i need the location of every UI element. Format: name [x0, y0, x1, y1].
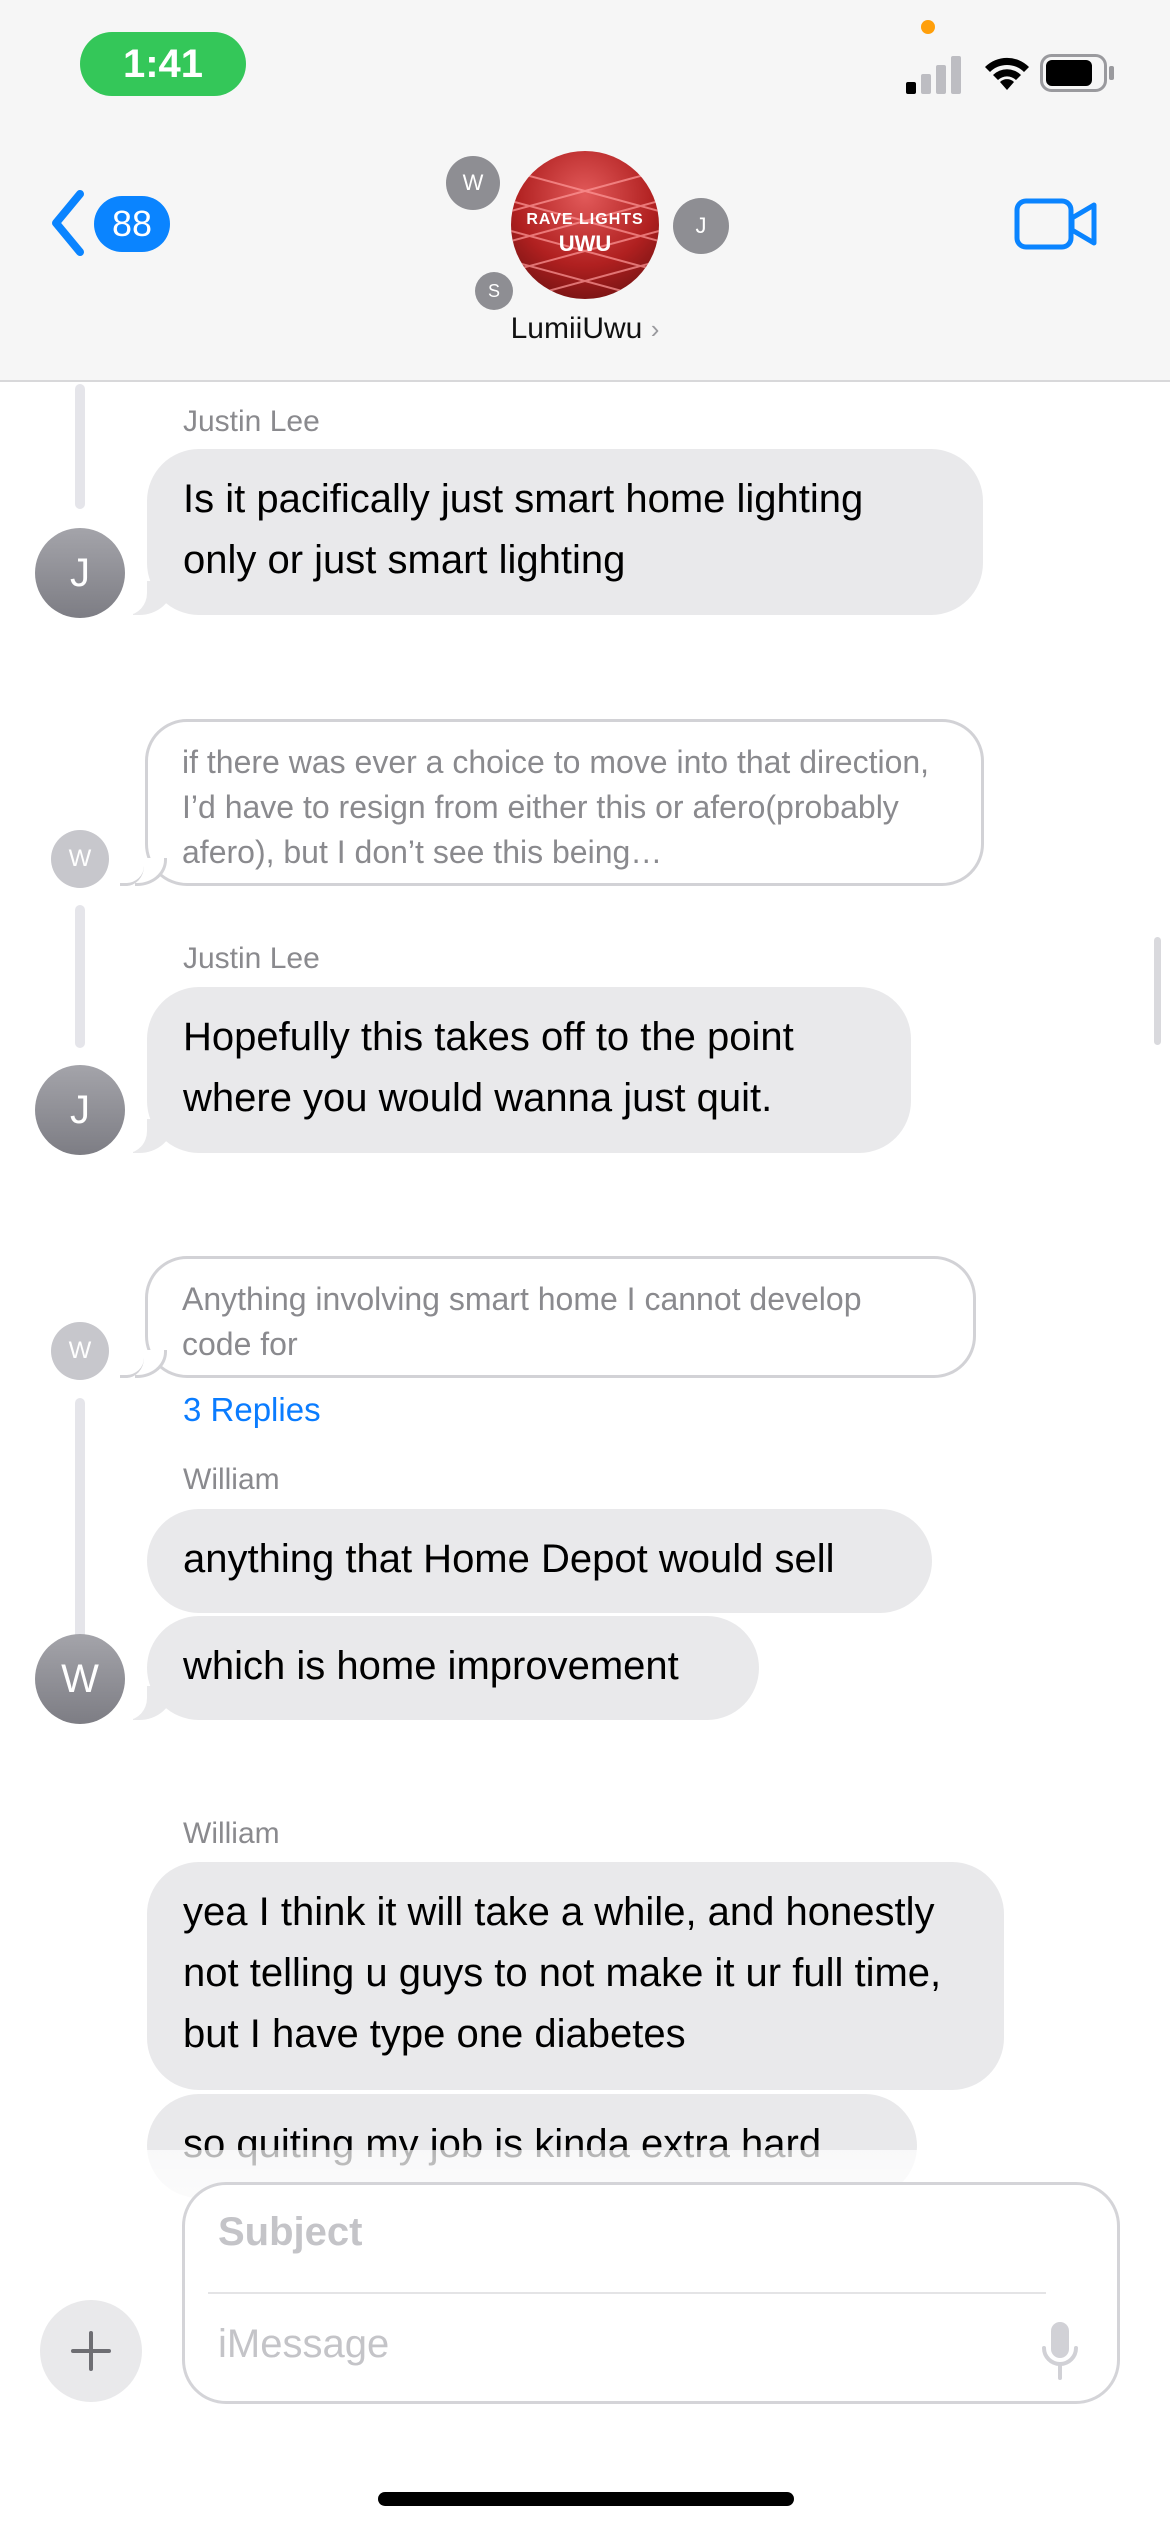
sender-avatar[interactable]: J — [35, 1065, 125, 1155]
participant-avatar-j: J — [673, 198, 729, 254]
message-bubble[interactable]: anything that Home Depot would sell — [147, 1509, 932, 1613]
sender-avatar[interactable]: W — [35, 1634, 125, 1724]
participant-avatar-w: W — [446, 156, 500, 210]
plus-icon — [71, 2331, 111, 2371]
thread-line — [75, 905, 85, 1048]
chevron-right-icon: › — [650, 314, 660, 344]
scroll-indicator[interactable] — [1154, 937, 1161, 1045]
message-bubble[interactable]: Is it pacifically just smart home lighti… — [119, 449, 983, 615]
thread-line — [75, 1398, 85, 1660]
thread-replies-link[interactable]: 3 Replies — [183, 1391, 321, 1429]
cellular-signal-icon — [906, 56, 961, 94]
compose-divider — [208, 2292, 1046, 2294]
group-name-label: LumiiUwu — [510, 312, 643, 345]
participant-avatar-s: S — [475, 272, 513, 310]
sender-name: Justin Lee — [183, 942, 320, 975]
message-bubble[interactable]: Hopefully this takes off to the point wh… — [119, 987, 911, 1153]
battery-icon — [1040, 54, 1114, 92]
quoted-message[interactable]: Anything involving smart home I cannot d… — [135, 1256, 976, 1378]
quoted-message[interactable]: if there was ever a choice to move into … — [135, 719, 984, 886]
chevron-left-icon[interactable] — [48, 188, 88, 258]
message-bubble[interactable]: which is home improvement — [119, 1616, 759, 1720]
microphone-icon[interactable] — [1040, 2320, 1080, 2384]
add-attachment-button[interactable] — [40, 2300, 142, 2402]
thread-line — [75, 384, 85, 509]
microphone-in-use-indicator — [921, 20, 935, 34]
unread-count-badge[interactable]: 88 — [94, 196, 170, 252]
wifi-icon — [985, 57, 1029, 90]
sender-name: William — [183, 1463, 280, 1496]
sender-avatar: W — [51, 1322, 109, 1380]
group-name[interactable]: LumiiUwu › — [385, 312, 785, 346]
group-avatar[interactable]: RAVE LIGHTS UWU — [511, 151, 659, 299]
sender-name: William — [183, 1817, 280, 1850]
group-avatar-text-line2: UWU — [558, 231, 612, 256]
subject-input[interactable]: Subject — [218, 2210, 362, 2255]
group-avatar-text-line1: RAVE LIGHTS — [526, 211, 644, 228]
sender-avatar[interactable]: J — [35, 528, 125, 618]
sender-name: Justin Lee — [183, 405, 320, 438]
imessage-input[interactable]: iMessage — [218, 2322, 389, 2367]
home-indicator — [378, 2492, 794, 2506]
status-time: 1:41 — [80, 32, 246, 96]
sender-avatar: W — [51, 830, 109, 888]
message-bubble[interactable]: yea I think it will take a while, and ho… — [147, 1862, 1004, 2090]
video-camera-icon[interactable] — [1014, 196, 1098, 252]
